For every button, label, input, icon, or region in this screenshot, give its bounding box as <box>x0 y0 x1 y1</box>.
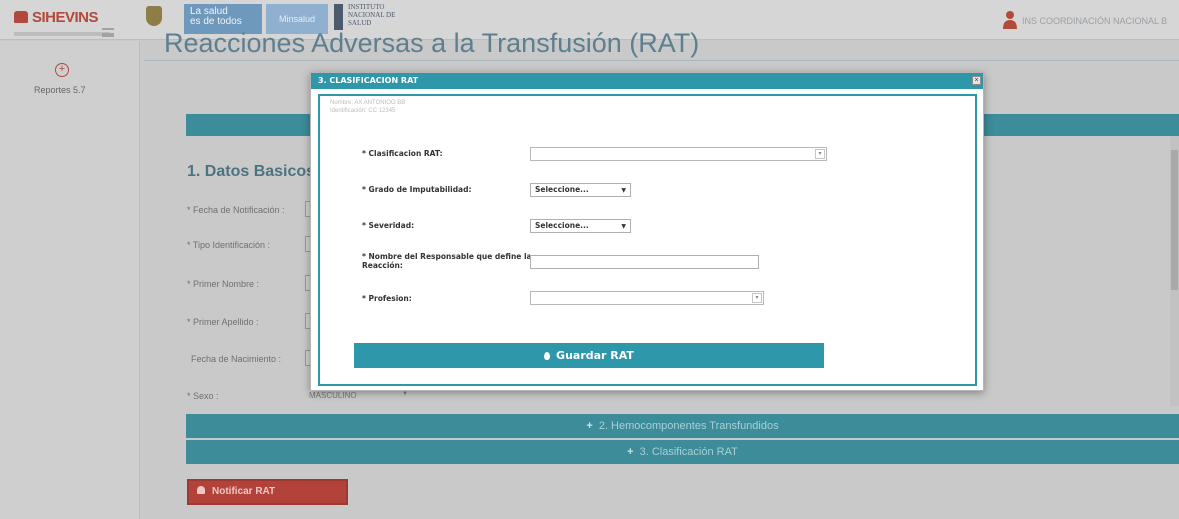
logo-text: SIHEVINS <box>32 9 99 26</box>
responsable-input[interactable] <box>530 255 759 269</box>
plus-circle-icon[interactable]: + <box>55 63 69 77</box>
divider <box>144 60 1179 61</box>
accordion-label: 2. Hemocomponentes Transfundidos <box>598 420 779 432</box>
guardar-rat-label: Guardar RAT <box>556 349 634 362</box>
clasificacion-rat-dialog: 3. CLASIFICACION RAT × Nombre: AX ANTONI… <box>310 72 984 391</box>
drop-icon <box>544 352 551 360</box>
page-title: Reacciones Adversas a la Transfusión (RA… <box>164 28 700 58</box>
gov-line-2: es de todos <box>190 16 242 27</box>
ins-line-3: SALUD <box>348 19 372 27</box>
user-name[interactable]: INS COORDINACIÓN NACIONAL B <box>1022 16 1167 26</box>
sidebar: + Reportes 5.7 <box>0 41 140 519</box>
patient-name: Nombre: AX ANTONIOO BB <box>330 100 406 106</box>
plus-icon: + <box>627 446 634 458</box>
bell-icon <box>197 486 205 494</box>
ins-line-1: INSTITUTO <box>348 3 385 11</box>
clasificacion-rat-select[interactable]: ▾ <box>530 147 827 161</box>
logo-icon <box>14 11 28 23</box>
severidad-label: * Severidad: <box>362 221 415 230</box>
profesion-label: * Profesion: <box>362 294 412 303</box>
grado-imputabilidad-select[interactable]: Seleccione... ▼ <box>530 183 631 197</box>
section-title: 1. Datos Basicos <box>187 163 316 180</box>
plus-icon: + <box>586 420 593 432</box>
accordion-clasificacion[interactable]: +3. Clasificación RAT <box>186 440 1179 464</box>
sidebar-item-reportes[interactable]: Reportes 5.7 <box>34 85 86 95</box>
field-label-primer-nombre: * Primer Nombre : <box>187 279 260 289</box>
dropdown-arrow-icon: ▼ <box>621 223 626 230</box>
severidad-select[interactable]: Seleccione... ▼ <box>530 219 631 233</box>
dropdown-arrow-icon: ▼ <box>621 187 626 194</box>
field-label-sexo: * Sexo : <box>187 391 219 401</box>
ins-logo-icon <box>334 4 343 30</box>
user-icon[interactable] <box>1002 10 1018 30</box>
dropdown-arrow-icon: ▾ <box>752 293 762 303</box>
menu-icon[interactable] <box>102 28 114 37</box>
dropdown-arrow-icon: ▼ <box>402 391 408 397</box>
sihevins-logo[interactable]: SIHEVINS <box>14 9 99 26</box>
notificar-rat-button[interactable]: Notificar RAT <box>187 479 348 505</box>
responsable-label-line-1: * Nombre del Responsable que define la <box>362 252 532 261</box>
field-label-fecha-nacimiento: Fecha de Nacimiento : <box>191 354 282 364</box>
accordion-hemocomponentes[interactable]: +2. Hemocomponentes Transfundidos <box>186 414 1179 438</box>
guardar-rat-button[interactable]: Guardar RAT <box>354 343 824 368</box>
dialog-body: Nombre: AX ANTONIOO BB Identificación: C… <box>318 94 977 386</box>
select-value: Seleccione... <box>535 185 589 194</box>
scrollbar-thumb[interactable] <box>1171 150 1178 290</box>
field-label-fecha-notificacion: * Fecha de Notificación : <box>187 205 285 215</box>
profesion-select[interactable]: ▾ <box>530 291 764 305</box>
field-label-tipo-identificacion: * Tipo Identificación : <box>187 240 271 250</box>
field-label-primer-apellido: * Primer Apellido : <box>187 317 259 327</box>
select-value: Seleccione... <box>535 221 589 230</box>
responsable-label: * Nombre del Responsable que define la R… <box>362 252 532 270</box>
dialog-header[interactable]: 3. CLASIFICACION RAT × <box>311 73 983 89</box>
notificar-rat-label: Notificar RAT <box>212 486 276 497</box>
clasificacion-rat-label: * Clasificacion RAT: <box>362 149 443 158</box>
ins-line-2: NACIONAL DE <box>348 11 396 19</box>
dropdown-arrow-icon: ▾ <box>815 149 825 159</box>
ins-logo-text: INSTITUTO NACIONAL DE SALUD <box>348 3 395 27</box>
responsable-label-line-2: Reacción: <box>362 261 403 270</box>
grado-imputabilidad-label: * Grado de Imputabilidad: <box>362 185 472 194</box>
close-icon[interactable]: × <box>972 76 981 85</box>
colombia-shield-icon <box>146 6 162 26</box>
accordion-label: 3. Clasificación RAT <box>639 446 738 458</box>
logo-subtitle <box>14 32 110 36</box>
sexo-select[interactable]: MASCULINO <box>309 391 357 400</box>
dialog-title: 3. CLASIFICACION RAT <box>318 76 419 85</box>
patient-id: Identificación: CC 12345 <box>330 108 396 114</box>
